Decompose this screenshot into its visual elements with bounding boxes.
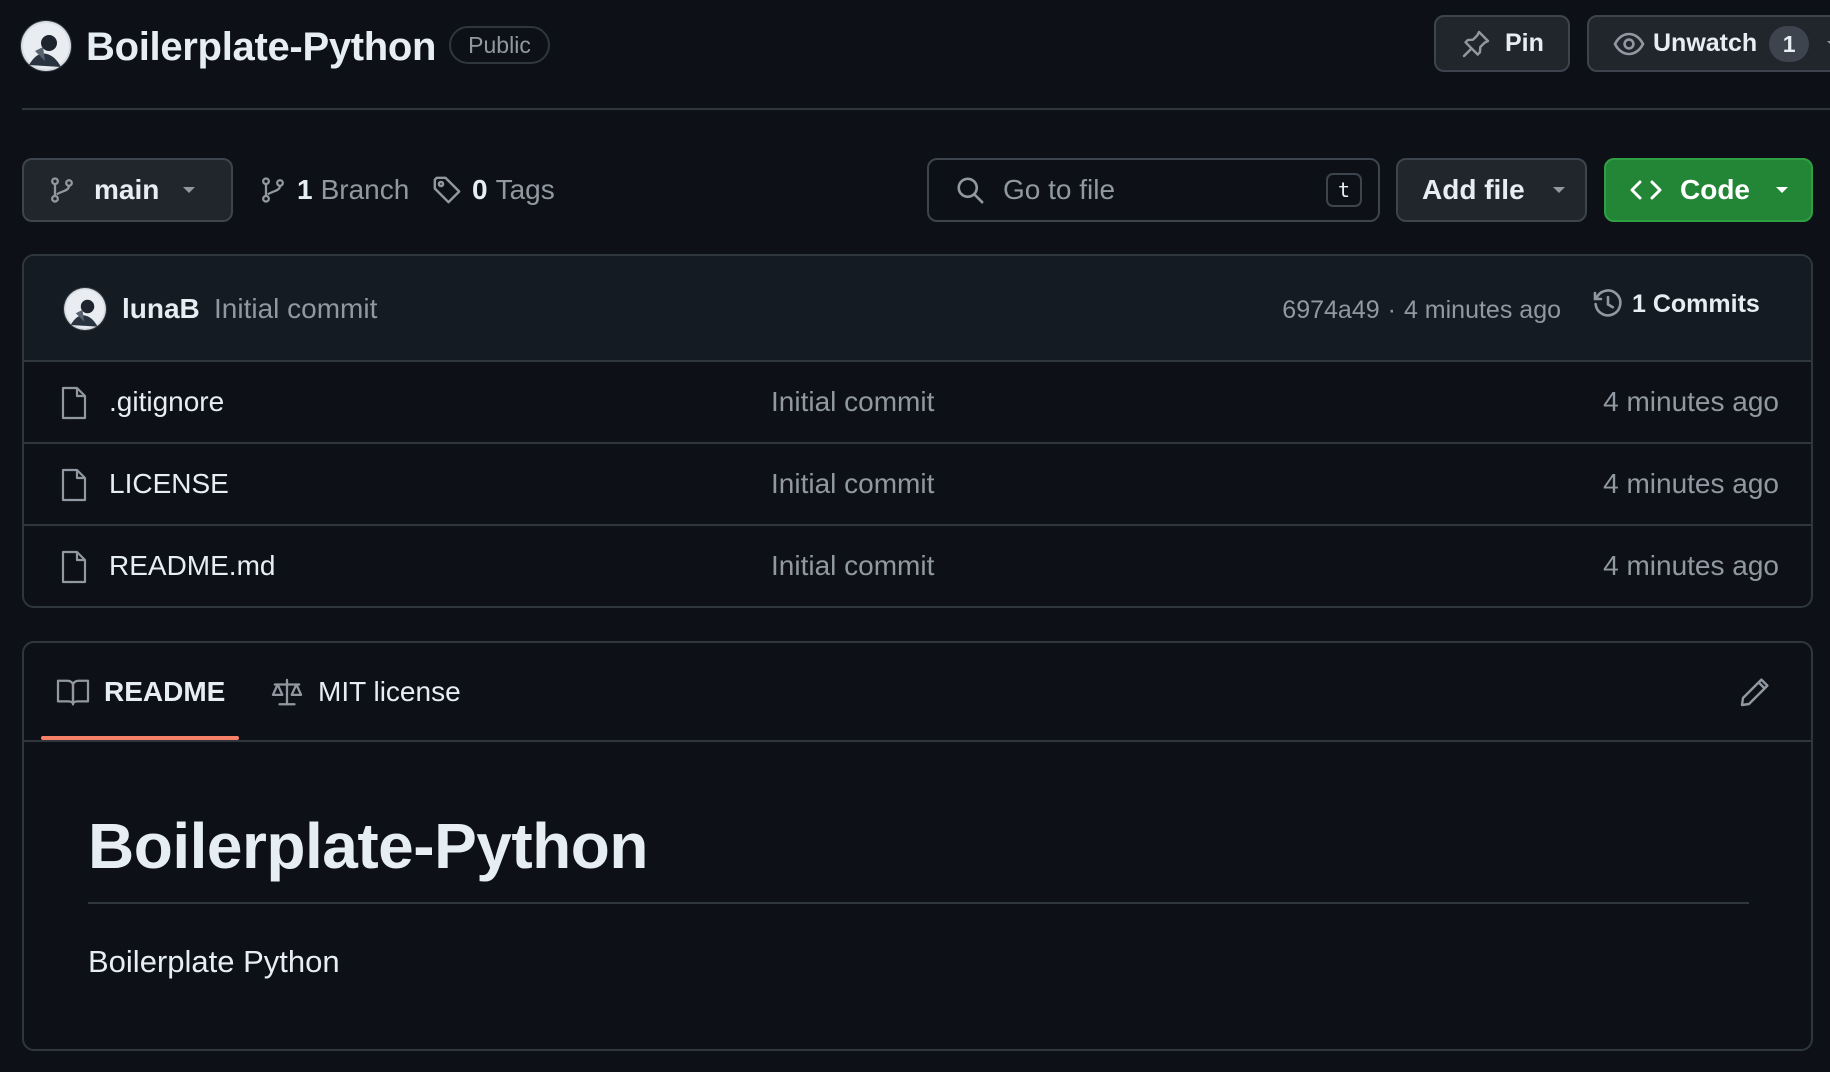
readme-paragraph: Boilerplate Python <box>88 944 340 979</box>
branch-selector[interactable]: main <box>22 158 233 222</box>
file-commit-time: 4 minutes ago <box>1603 386 1779 417</box>
commit-author[interactable]: lunaB <box>122 290 200 328</box>
add-file-button[interactable]: Add file <box>1396 158 1587 222</box>
unwatch-label: Unwatch <box>1653 29 1758 57</box>
file-name[interactable]: LICENSE <box>109 464 229 504</box>
readme-heading: Boilerplate-Python <box>88 810 648 882</box>
chevron-down-icon <box>1774 185 1790 195</box>
commit-hash[interactable]: 6974a49 <box>1282 292 1379 328</box>
code-button[interactable]: Code <box>1604 158 1813 222</box>
pin-icon <box>1461 29 1491 59</box>
unwatch-button[interactable]: Unwatch 1 <box>1587 15 1830 72</box>
file-icon <box>60 468 88 502</box>
visibility-badge: Public <box>449 26 550 64</box>
repo-title[interactable]: Boilerplate-Python <box>86 22 436 72</box>
branches-link[interactable]: 1 Branch <box>259 170 409 210</box>
repo-owner-avatar[interactable] <box>21 21 71 71</box>
chevron-down-icon <box>1825 39 1830 49</box>
history-icon <box>1592 288 1624 320</box>
tag-count: 0 <box>472 174 488 205</box>
tag-icon <box>432 175 462 205</box>
file-icon <box>60 386 88 420</box>
header-divider <box>22 108 1830 110</box>
tab-readme-label: README <box>104 676 226 707</box>
latest-commit-bar: lunaB Initial commit 6974a49 · 4 minutes… <box>24 256 1811 362</box>
branch-label: Branch <box>320 174 410 205</box>
book-icon <box>56 677 90 707</box>
branch-count: 1 <box>297 174 313 205</box>
law-icon <box>270 677 304 707</box>
commit-author-avatar[interactable] <box>64 288 106 330</box>
git-branch-icon <box>259 175 287 205</box>
code-icon <box>1630 176 1662 204</box>
commit-message[interactable]: Initial commit <box>214 290 377 328</box>
readme-tabs: README MIT license <box>24 643 1811 742</box>
go-to-file-placeholder: Go to file <box>1003 174 1116 205</box>
file-name[interactable]: .gitignore <box>109 382 224 422</box>
branch-name: main <box>94 174 160 205</box>
tags-link[interactable]: 0 Tags <box>432 170 555 210</box>
keyboard-shortcut-hint: t <box>1326 173 1362 207</box>
file-icon <box>60 550 88 584</box>
tab-license-label: MIT license <box>318 676 461 707</box>
file-commit-message[interactable]: Initial commit <box>771 464 934 504</box>
chevron-down-icon <box>1551 185 1567 195</box>
file-row[interactable]: .gitignore Initial commit 4 minutes ago <box>24 362 1811 444</box>
pin-label: Pin <box>1505 29 1544 57</box>
tab-mit-license[interactable]: MIT license <box>270 667 461 717</box>
pencil-icon[interactable] <box>1739 676 1771 708</box>
file-commit-message[interactable]: Initial commit <box>771 546 934 586</box>
file-commit-time: 4 minutes ago <box>1603 550 1779 581</box>
tab-readme[interactable]: README <box>56 667 225 717</box>
file-list: lunaB Initial commit 6974a49 · 4 minutes… <box>22 254 1813 608</box>
separator: · <box>1387 296 1396 324</box>
file-row[interactable]: LICENSE Initial commit 4 minutes ago <box>24 444 1811 526</box>
search-icon <box>955 175 985 205</box>
watch-count-badge: 1 <box>1769 25 1810 62</box>
active-tab-underline <box>41 736 239 740</box>
readme-heading-rule <box>88 902 1749 904</box>
chevron-down-icon <box>181 185 197 195</box>
go-to-file-input[interactable]: Go to file t <box>927 158 1380 222</box>
file-commit-time: 4 minutes ago <box>1603 468 1779 499</box>
tag-label: Tags <box>495 174 555 205</box>
commit-hash-time: 6974a49 · 4 minutes ago <box>1282 292 1561 328</box>
add-file-label: Add file <box>1422 174 1525 205</box>
commits-count-label: 1 Commits <box>1632 289 1760 318</box>
commits-link[interactable]: 1 Commits <box>1592 288 1760 320</box>
git-branch-icon <box>48 175 76 205</box>
file-row[interactable]: README.md Initial commit 4 minutes ago <box>24 526 1811 606</box>
code-label: Code <box>1680 174 1750 205</box>
commit-time: 4 minutes ago <box>1403 296 1561 324</box>
eye-icon <box>1613 28 1645 60</box>
file-name[interactable]: README.md <box>109 546 275 586</box>
pin-button[interactable]: Pin <box>1434 15 1570 72</box>
file-commit-message[interactable]: Initial commit <box>771 382 934 422</box>
